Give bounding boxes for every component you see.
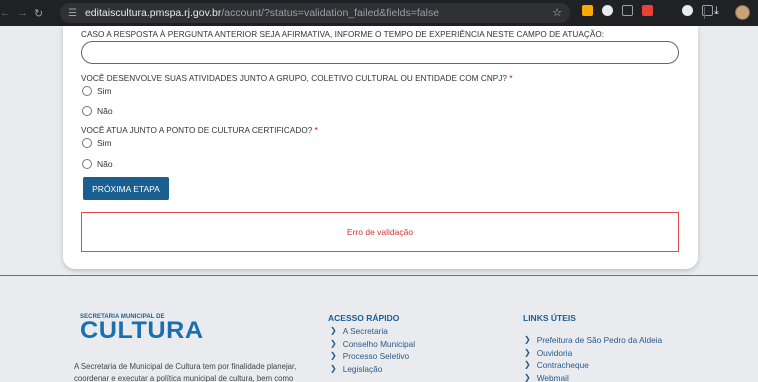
extension-icon[interactable] bbox=[642, 5, 653, 16]
chevron-right-icon: ❯ bbox=[330, 363, 337, 373]
link-label[interactable]: A Secretaria bbox=[343, 325, 388, 338]
quick-link[interactable]: ❯ A Secretaria bbox=[330, 325, 415, 338]
radio-circle[interactable] bbox=[82, 86, 92, 96]
radio-label: Sim bbox=[97, 138, 112, 148]
download-icon[interactable]: ⤓ bbox=[714, 5, 719, 18]
logo-title: CULTURA bbox=[80, 317, 204, 344]
quick-access-list: ❯ A Secretaria ❯ Conselho Municipal ❯ Proce… bbox=[330, 325, 415, 375]
radio-point-no[interactable]: Não bbox=[82, 159, 113, 169]
useful-links-list: ❯ Prefeitura de São Pedro da Aldeia ❯ Ouvi… bbox=[524, 334, 662, 382]
quick-access-title: ACESSO RÁPIDO bbox=[328, 313, 400, 323]
chevron-right-icon: ❯ bbox=[524, 335, 531, 344]
nav-buttons: ← → ↻ bbox=[0, 7, 56, 20]
useful-link[interactable]: ❯ Prefeitura de São Pedro da Aldeia bbox=[524, 334, 662, 347]
link-label[interactable]: Conselho Municipal bbox=[343, 338, 415, 351]
footer-divider bbox=[0, 275, 758, 276]
useful-link[interactable]: ❯ Ouvidoria bbox=[524, 347, 662, 360]
radio-group-no[interactable]: Não bbox=[82, 106, 113, 116]
link-label[interactable]: Legislação bbox=[343, 363, 383, 376]
link-label[interactable]: Contracheque bbox=[537, 359, 589, 372]
question-point-text: VOCÊ ATUA JUNTO A PONTO DE CULTURA CERTI… bbox=[81, 126, 313, 135]
radio-circle[interactable] bbox=[82, 159, 92, 169]
radio-label: Não bbox=[97, 106, 113, 116]
address-bar[interactable]: ☰ editaiscultura.pmspa.rj.gov.br/account… bbox=[60, 3, 570, 23]
question-point: VOCÊ ATUA JUNTO A PONTO DE CULTURA CERTI… bbox=[81, 126, 318, 135]
question-group: VOCÊ DESENVOLVE SUAS ATIVIDADES JUNTO A … bbox=[81, 74, 513, 83]
chevron-right-icon: ❯ bbox=[524, 372, 531, 382]
url-text[interactable]: editaiscultura.pmspa.rj.gov.br/account/?… bbox=[85, 7, 439, 19]
toolbar-divider bbox=[704, 7, 705, 19]
chevron-right-icon: ❯ bbox=[330, 351, 337, 361]
link-label[interactable]: Ouvidoria bbox=[537, 347, 573, 360]
radio-label: Sim bbox=[97, 86, 112, 96]
useful-link[interactable]: ❯ Webmail bbox=[524, 372, 662, 382]
useful-link[interactable]: ❯ Contracheque bbox=[524, 359, 662, 372]
back-icon[interactable]: ← bbox=[0, 7, 11, 19]
forward-icon[interactable]: → bbox=[17, 7, 28, 19]
quick-link[interactable]: ❯ Legislação bbox=[330, 363, 415, 376]
extension-icon[interactable] bbox=[682, 5, 693, 16]
extension-icon[interactable] bbox=[582, 5, 593, 16]
radio-circle[interactable] bbox=[82, 138, 92, 148]
radio-circle[interactable] bbox=[82, 106, 92, 116]
url-host: editaiscultura.pmspa.rj.gov.br bbox=[84, 7, 222, 19]
extension-icon[interactable] bbox=[602, 5, 613, 16]
link-label[interactable]: Prefeitura de São Pedro da Aldeia bbox=[537, 334, 662, 347]
browser-toolbar: ← → ↻ ☰ editaiscultura.pmspa.rj.gov.br/a… bbox=[0, 0, 758, 26]
radio-label: Não bbox=[97, 159, 113, 169]
next-step-button[interactable]: PRÓXIMA ETAPA bbox=[83, 177, 169, 200]
reload-icon[interactable]: ↻ bbox=[34, 7, 43, 20]
validation-error-box: Erro de validação bbox=[81, 212, 679, 252]
question-experience: CASO A RESPOSTA À PERGUNTA ANTERIOR SEJA… bbox=[81, 30, 605, 39]
radio-group-yes[interactable]: Sim bbox=[82, 86, 112, 96]
chevron-right-icon: ❯ bbox=[330, 338, 337, 348]
chevron-right-icon: ❯ bbox=[524, 347, 531, 357]
link-label[interactable]: Webmail bbox=[537, 372, 569, 382]
extension-icon[interactable] bbox=[622, 5, 633, 16]
extension-icon[interactable] bbox=[662, 5, 673, 16]
required-mark: * bbox=[509, 74, 513, 83]
link-label[interactable]: Processo Seletivo bbox=[343, 350, 409, 363]
required-mark: * bbox=[314, 126, 318, 135]
site-info-icon[interactable]: ☰ bbox=[68, 8, 77, 19]
quick-link[interactable]: ❯ Conselho Municipal bbox=[330, 338, 415, 351]
question-group-text: VOCÊ DESENVOLVE SUAS ATIVIDADES JUNTO A … bbox=[81, 74, 508, 83]
bookmark-star-icon[interactable]: ☆ bbox=[552, 6, 562, 19]
about-text: A Secretaria de Municipal de Cultura tem… bbox=[74, 362, 297, 382]
radio-point-yes[interactable]: Sim bbox=[82, 138, 112, 148]
quick-link[interactable]: ❯ Processo Seletivo bbox=[330, 350, 415, 363]
error-message: Erro de validação bbox=[346, 227, 414, 237]
profile-avatar[interactable] bbox=[735, 5, 750, 20]
chevron-right-icon: ❯ bbox=[330, 326, 337, 335]
chevron-right-icon: ❯ bbox=[524, 360, 531, 370]
experience-input[interactable] bbox=[81, 41, 679, 64]
url-path: /account/?status=validation_failed&field… bbox=[221, 7, 440, 19]
culture-logo[interactable]: SECRETARIA MUNICIPAL DE CULTURA bbox=[80, 313, 203, 343]
form-card: CASO A RESPOSTA À PERGUNTA ANTERIOR SEJA… bbox=[63, 26, 698, 269]
extensions-bar bbox=[582, 5, 713, 16]
useful-links-title: LINKS ÚTEIS bbox=[523, 313, 576, 323]
